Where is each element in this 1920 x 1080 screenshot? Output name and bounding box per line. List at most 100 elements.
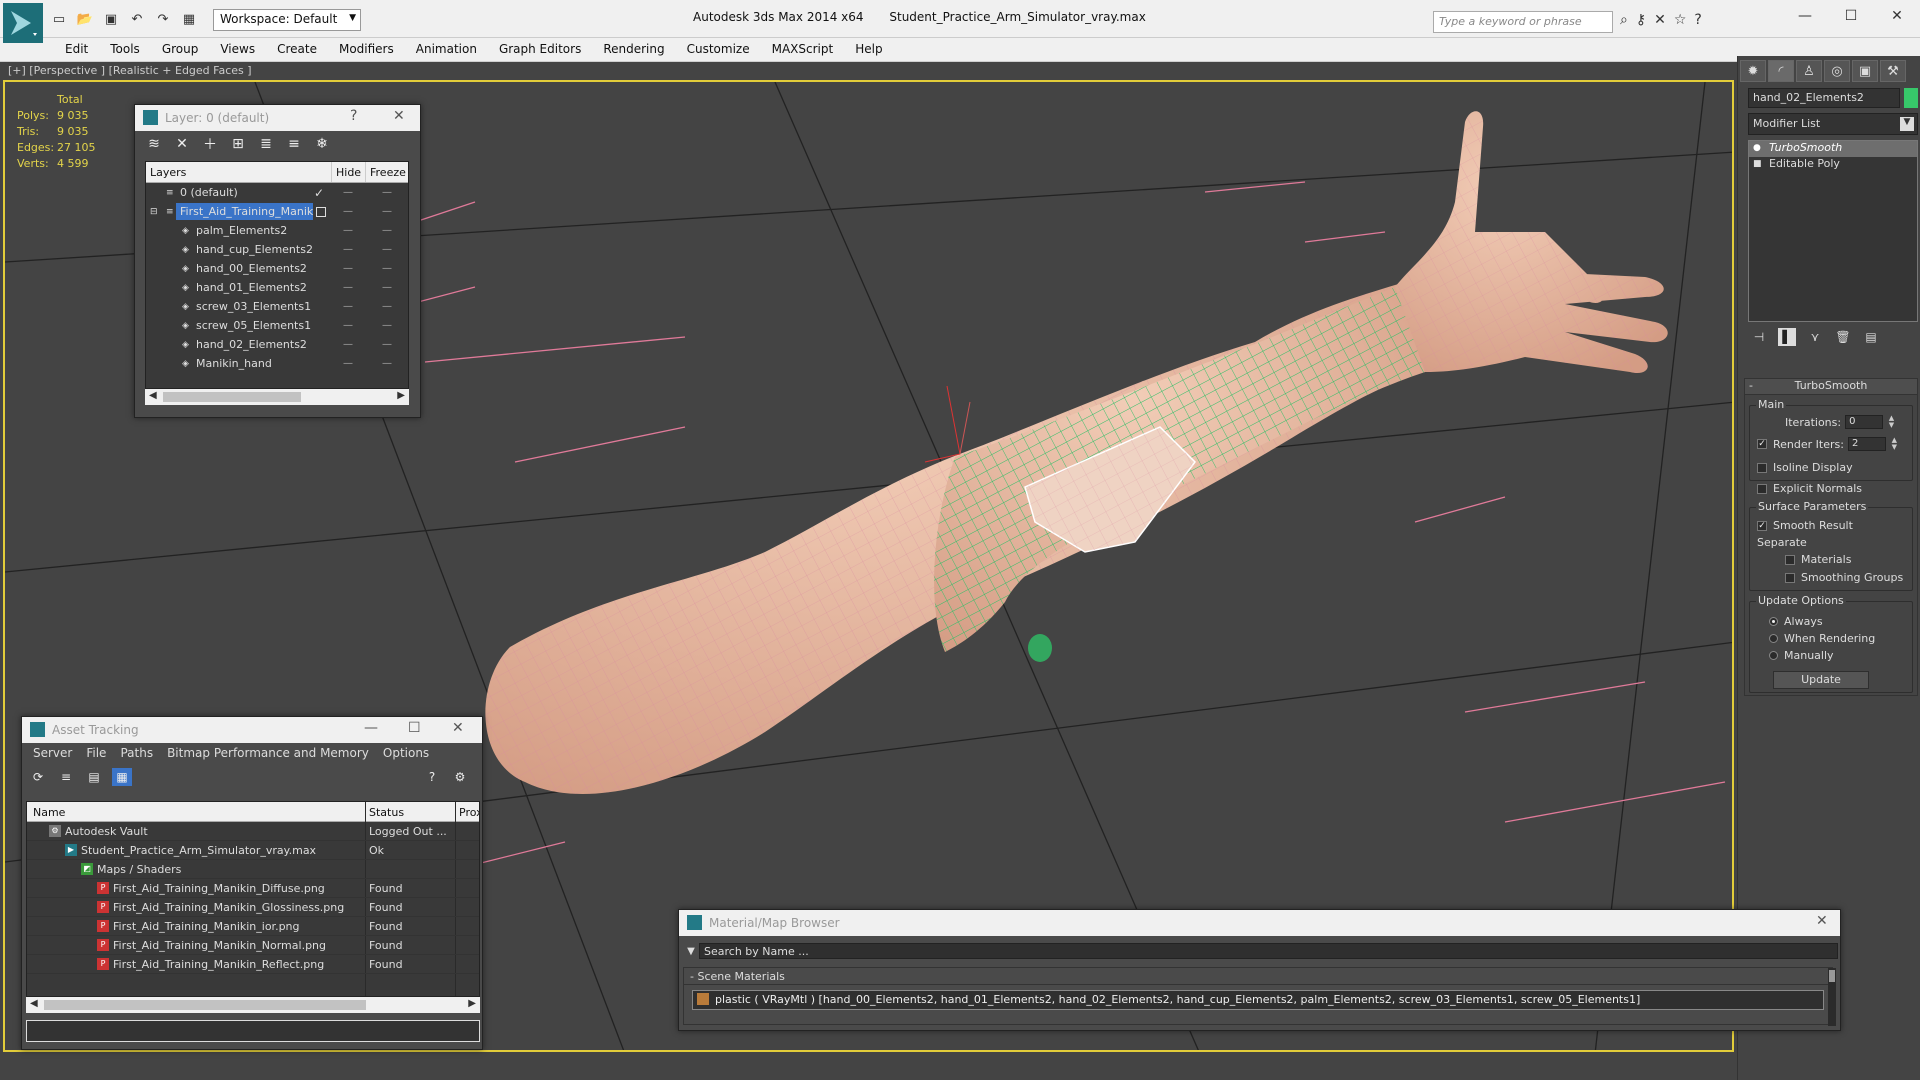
help-button[interactable]: ? [350,108,357,124]
motion-tab-icon[interactable]: ◎ [1824,60,1850,82]
asset-row[interactable]: P First_Aid_Training_Manikin_Glossiness.… [27,898,479,917]
explicit-normals-checkbox[interactable] [1757,483,1767,494]
hide-toggle[interactable]: — [343,225,353,236]
menu-edit[interactable]: Edit [55,38,98,61]
maximize-icon[interactable]: ☐ [408,720,421,736]
freeze-toggle[interactable]: — [382,187,392,198]
hide-toggle[interactable]: — [343,244,353,255]
column-freeze[interactable]: Freeze [366,162,408,182]
menu-graph-editors[interactable]: Graph Editors [489,38,591,61]
layer-row-object[interactable]: ◈ Manikin_hand — — [146,354,408,373]
select-objects-icon[interactable]: ⊞ [227,134,249,154]
materials-checkbox[interactable] [1785,554,1795,565]
asset-row[interactable]: ◩ Maps / Shaders [27,860,479,879]
material-item-plastic[interactable]: plastic ( VRayMtl ) [hand_00_Elements2, … [692,990,1824,1010]
freeze-toggle[interactable]: — [382,225,392,236]
help-icon[interactable]: ? [422,768,442,786]
save-icon[interactable]: ▣ [100,9,122,29]
binoculars-icon[interactable]: ⌕ [1620,12,1628,28]
freeze-toggle[interactable]: — [382,263,392,274]
hide-toggle[interactable]: — [343,320,353,331]
material-vertical-scrollbar[interactable] [1828,968,1836,1026]
add-to-layer-icon[interactable]: ＋ [199,134,221,154]
delete-layer-icon[interactable]: ✕ [171,134,193,154]
project-folder-icon[interactable]: ▦ [178,9,200,29]
scroll-left-icon[interactable]: ◀ [149,390,157,401]
freeze-toggle[interactable]: — [382,244,392,255]
menu-create[interactable]: Create [267,38,327,61]
scroll-left-icon[interactable]: ◀ [30,998,38,1009]
scroll-thumb[interactable] [1829,970,1835,982]
show-end-result-icon[interactable]: ▌ [1778,328,1796,346]
isoline-checkbox[interactable] [1757,462,1767,473]
layer-horizontal-scrollbar[interactable]: ◀ ▶ [145,389,409,405]
key-icon[interactable]: ⚷ [1636,12,1646,28]
manually-radio[interactable] [1769,651,1778,660]
layer-row-object[interactable]: ◈ hand_02_Elements2 — — [146,335,408,354]
menu-rendering[interactable]: Rendering [593,38,674,61]
hide-toggle[interactable]: — [343,301,353,312]
menu-group[interactable]: Group [152,38,209,61]
hide-all-icon[interactable]: ≡ [283,134,305,154]
asset-row[interactable]: P First_Aid_Training_Manikin_Reflect.png… [27,955,479,974]
column-name[interactable]: Name [33,806,65,819]
make-unique-icon[interactable]: ⋎ [1806,328,1824,346]
layer-row-object[interactable]: ◈ screw_03_Elements1 — — [146,297,408,316]
hierarchy-tab-icon[interactable]: ♙ [1796,60,1822,82]
scroll-thumb[interactable] [163,392,301,402]
freeze-toggle[interactable]: — [382,301,392,312]
modifier-list-dropdown[interactable]: Modifier List ▼ [1748,113,1918,135]
pin-stack-icon[interactable]: ⊣ [1750,328,1768,346]
browser-options-icon[interactable]: ▼ [683,946,699,957]
layer-row-object[interactable]: ◈ palm_Elements2 — — [146,221,408,240]
object-color-swatch[interactable] [1904,88,1918,108]
menu-tools[interactable]: Tools [100,38,150,61]
hide-toggle[interactable]: — [343,206,353,217]
remove-modifier-icon[interactable]: 🗑 [1834,328,1852,346]
update-button[interactable]: Update [1773,671,1869,689]
rollout-header[interactable]: - TurboSmooth [1745,379,1917,395]
stack-item-editable-poly[interactable]: ■ Editable Poly [1749,157,1917,173]
layer-row-object[interactable]: ◈ hand_00_Elements2 — — [146,259,408,278]
render-iters-spinner[interactable]: 2 ▲ ▼ [1847,437,1897,451]
asset-row[interactable]: P First_Aid_Training_Manikin_ior.png Fou… [27,917,479,936]
undo-icon[interactable]: ↶ [126,9,148,29]
smoothing-groups-checkbox[interactable] [1785,572,1795,583]
asset-row[interactable]: ▶ Student_Practice_Arm_Simulator_vray.ma… [27,841,479,860]
when-rendering-radio[interactable] [1769,634,1778,643]
settings-icon[interactable]: ⚙ [450,768,470,786]
asset-row[interactable]: P First_Aid_Training_Manikin_Normal.png … [27,936,479,955]
menu-views[interactable]: Views [210,38,265,61]
highlight-layer-icon[interactable]: ≣ [255,134,277,154]
refresh-icon[interactable]: ⟳ [28,768,48,786]
scroll-right-icon[interactable]: ▶ [397,390,405,401]
close-icon[interactable]: ✕ [1816,913,1828,929]
freeze-toggle[interactable]: — [382,339,392,350]
exchange-icon[interactable]: ✕ [1654,12,1666,28]
column-status[interactable]: Status [369,806,404,819]
layer-row-default[interactable]: ≡ 0 (default) ✓ — — [146,183,408,202]
freeze-toggle[interactable]: — [382,206,392,217]
tree-view-icon[interactable]: ▤ [84,768,104,786]
hide-toggle[interactable]: — [343,358,353,369]
menu-help[interactable]: Help [845,38,892,61]
create-tab-icon[interactable]: ✹ [1740,60,1766,82]
scene-materials-header[interactable]: - Scene Materials [684,968,1832,985]
column-layers[interactable]: Layers [146,162,332,182]
hide-toggle[interactable]: — [343,339,353,350]
open-file-icon[interactable]: 📂 [74,9,96,29]
scroll-thumb[interactable] [44,1000,366,1010]
freeze-toggle[interactable]: — [382,320,392,331]
layer-row-object[interactable]: ◈ hand_cup_Elements2 — — [146,240,408,259]
column-proxy[interactable]: Prox [459,806,479,819]
hide-toggle[interactable]: — [343,187,353,198]
viewport-label[interactable]: [+] [Perspective ] [Realistic + Edged Fa… [0,62,1735,80]
render-iters-checkbox[interactable]: ✓ [1757,439,1767,449]
asset-dialog-titlebar[interactable]: Asset Tracking — ☐ ✕ [22,717,482,743]
scroll-right-icon[interactable]: ▶ [468,998,476,1009]
iterations-spinner[interactable]: 0 ▲ ▼ [1845,415,1894,429]
minimize-button[interactable]: — [1782,0,1828,32]
close-button[interactable]: ✕ [1874,0,1920,32]
asset-row[interactable]: ⚙ Autodesk Vault Logged Out ... [27,822,479,841]
modify-tab-icon[interactable]: ◜ [1768,60,1794,82]
